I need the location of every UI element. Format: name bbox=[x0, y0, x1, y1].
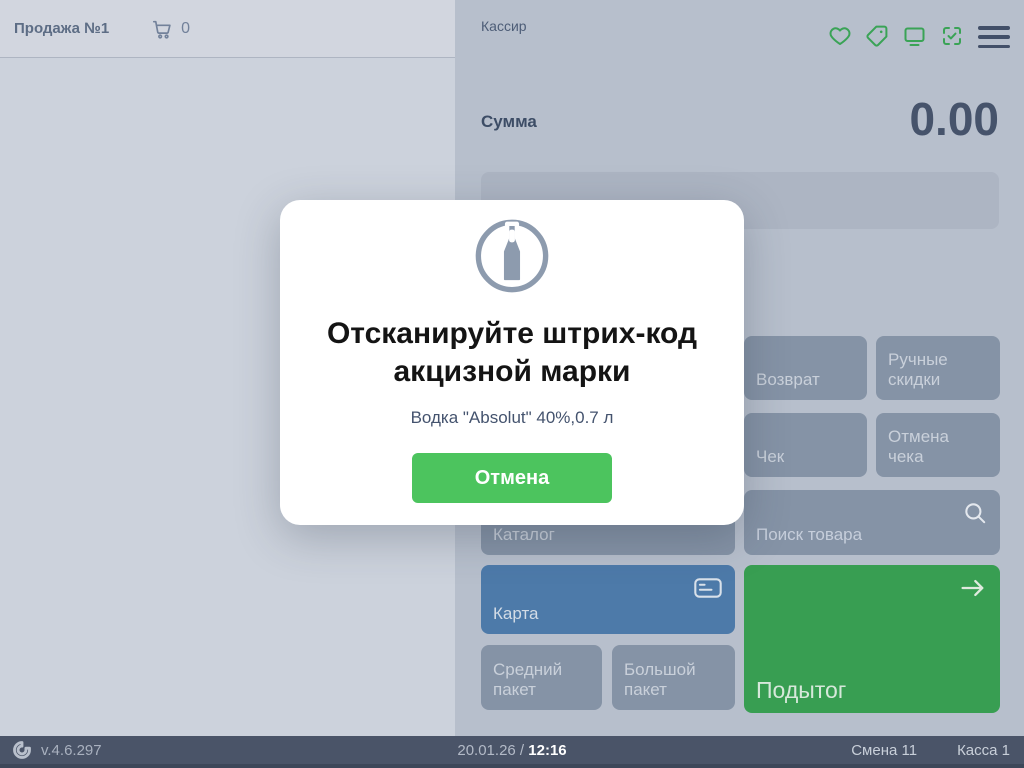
register-info: Смена 11 Касса 1 bbox=[851, 742, 1010, 759]
modal-title: Отсканируйте штрих-код акцизной марки bbox=[297, 315, 727, 391]
catalog-button-label: Каталог bbox=[493, 525, 555, 546]
menu-icon[interactable] bbox=[978, 26, 1010, 48]
cancel-button[interactable]: Отмена bbox=[412, 453, 612, 503]
medium-bag-label: Средний пакет bbox=[493, 660, 590, 701]
manual-discounts-label: Ручные скидки bbox=[888, 350, 988, 391]
subtotal-button-label: Подытог bbox=[756, 676, 846, 704]
large-bag-button[interactable]: Большой пакет bbox=[612, 645, 735, 710]
date-label: 20.01.26 bbox=[457, 742, 515, 759]
cashier-label: Кассир bbox=[481, 18, 527, 34]
search-icon bbox=[962, 500, 988, 532]
register-label: Касса 1 bbox=[957, 742, 1010, 759]
pos-app: Продажа №1 0 Кассир bbox=[0, 0, 1024, 768]
product-search-button[interactable]: Поиск товара bbox=[744, 490, 1000, 555]
sum-row: Сумма 0.00 bbox=[481, 92, 999, 146]
card-button[interactable]: Карта bbox=[481, 565, 735, 634]
excise-scan-modal: Отсканируйте штрих-код акцизной марки Во… bbox=[280, 200, 744, 525]
tag-icon[interactable] bbox=[865, 24, 889, 48]
receipt-button-label: Чек bbox=[756, 447, 784, 468]
receipt-button[interactable]: Чек bbox=[744, 413, 867, 477]
sale-title: Продажа №1 bbox=[14, 20, 109, 37]
scan-check-icon[interactable] bbox=[940, 24, 964, 48]
heart-icon[interactable] bbox=[828, 24, 852, 48]
large-bag-label: Большой пакет bbox=[624, 660, 723, 701]
status-bar: v.4.6.297 20.01.26 / 12:16 Смена 11 Касс… bbox=[0, 736, 1024, 768]
manual-discounts-button[interactable]: Ручные скидки bbox=[876, 336, 1000, 400]
receipt-header: Продажа №1 0 bbox=[0, 0, 455, 58]
time-label: 12:16 bbox=[528, 742, 566, 759]
bottle-in-circle-icon bbox=[473, 217, 551, 295]
card-icon bbox=[693, 575, 723, 607]
return-button-label: Возврат bbox=[756, 370, 820, 391]
cancel-receipt-button[interactable]: Отмена чека bbox=[876, 413, 1000, 477]
cart-icon bbox=[151, 18, 173, 40]
shift-label: Смена 11 bbox=[851, 742, 917, 759]
product-search-label: Поиск товара bbox=[756, 525, 862, 546]
cancel-receipt-label: Отмена чека bbox=[888, 427, 988, 468]
sum-value: 0.00 bbox=[909, 92, 999, 146]
card-button-label: Карта bbox=[493, 604, 539, 625]
sum-label: Сумма bbox=[481, 112, 537, 132]
status-toolbar bbox=[828, 24, 964, 48]
cart-count: 0 bbox=[181, 20, 190, 38]
modal-product-name: Водка "Absolut" 40%,0.7 л bbox=[411, 408, 614, 428]
return-button[interactable]: Возврат bbox=[744, 336, 867, 400]
subtotal-button[interactable]: Подытог bbox=[744, 565, 1000, 713]
monitor-icon[interactable] bbox=[902, 24, 927, 48]
medium-bag-button[interactable]: Средний пакет bbox=[481, 645, 602, 710]
datetime-separator: / bbox=[520, 742, 524, 759]
arrow-right-icon bbox=[958, 575, 988, 607]
cart-indicator[interactable]: 0 bbox=[151, 18, 190, 40]
